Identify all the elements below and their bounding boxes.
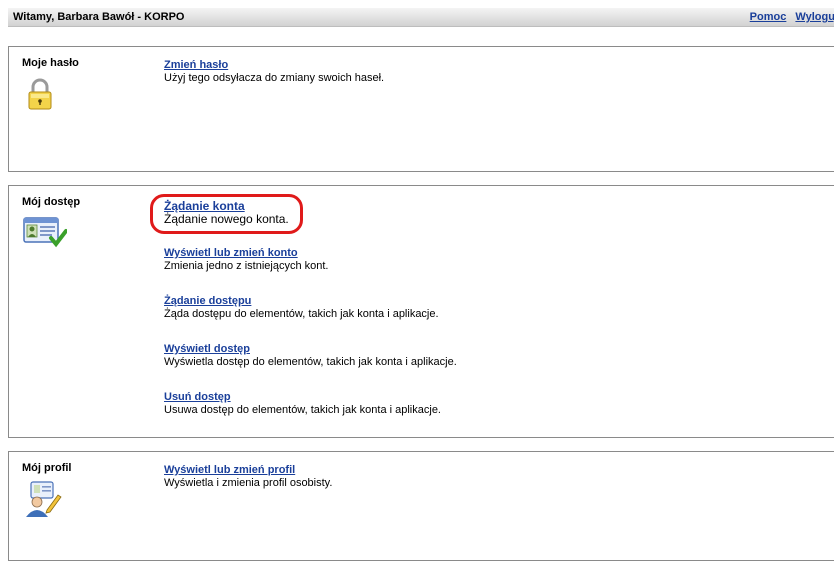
change-password-link[interactable]: Zmień hasło <box>164 59 384 72</box>
highlight-annotation <box>150 194 303 234</box>
request-access-link[interactable]: Żądanie dostępu <box>164 295 439 308</box>
item-description: Usuwa dostęp do elementów, takich jak ko… <box>164 404 441 416</box>
section-my-access: Mój dostęp Żądanie konta Żądanie nowego … <box>8 185 834 438</box>
section-my-profile: Mój profil Wyświetl lub zmień profil Wyś… <box>8 451 834 561</box>
logout-link[interactable]: Wyloguj <box>795 11 834 23</box>
padlock-icon <box>23 77 57 114</box>
item-view-access: Wyświetl dostęp Wyświetla dostęp do elem… <box>164 343 457 369</box>
item-view-change-account: Wyświetl lub zmień konto Zmienia jedno z… <box>164 247 328 273</box>
item-description: Wyświetla dostęp do elementów, takich ja… <box>164 356 457 368</box>
id-card-check-icon <box>23 216 68 251</box>
item-view-change-profile: Wyświetl lub zmień profil Wyświetla i zm… <box>164 464 332 490</box>
section-title: Mój dostęp <box>22 196 81 208</box>
remove-access-link[interactable]: Usuń dostęp <box>164 391 441 404</box>
section-title: Mój profil <box>22 462 72 474</box>
item-description: Zmienia jedno z istniejących kont. <box>164 260 329 272</box>
section-title: Moje hasło <box>22 57 79 69</box>
welcome-text: Witamy, Barbara Bawół - KORPO <box>13 11 185 23</box>
section-my-password: Moje hasło Zmień hasło Użyj tego odsyłac… <box>8 46 834 172</box>
view-access-link[interactable]: Wyświetl dostęp <box>164 343 457 356</box>
item-request-access: Żądanie dostępu Żąda dostępu do elementó… <box>164 295 439 321</box>
item-description: Żąda dostępu do elementów, takich jak ko… <box>164 308 439 320</box>
header-links: Pomoc Wyloguj <box>744 11 834 23</box>
view-change-account-link[interactable]: Wyświetl lub zmień konto <box>164 247 328 260</box>
profile-edit-icon <box>23 480 63 521</box>
view-change-profile-link[interactable]: Wyświetl lub zmień profil <box>164 464 332 477</box>
item-remove-access: Usuń dostęp Usuwa dostęp do elementów, t… <box>164 391 441 417</box>
help-link[interactable]: Pomoc <box>750 11 787 23</box>
item-description: Użyj tego odsyłacza do zmiany swoich has… <box>164 72 385 84</box>
item-description: Wyświetla i zmienia profil osobisty. <box>164 477 333 489</box>
header-bar: Witamy, Barbara Bawół - KORPO Pomoc Wylo… <box>8 8 834 27</box>
item-change-password: Zmień hasło Użyj tego odsyłacza do zmian… <box>164 59 384 85</box>
